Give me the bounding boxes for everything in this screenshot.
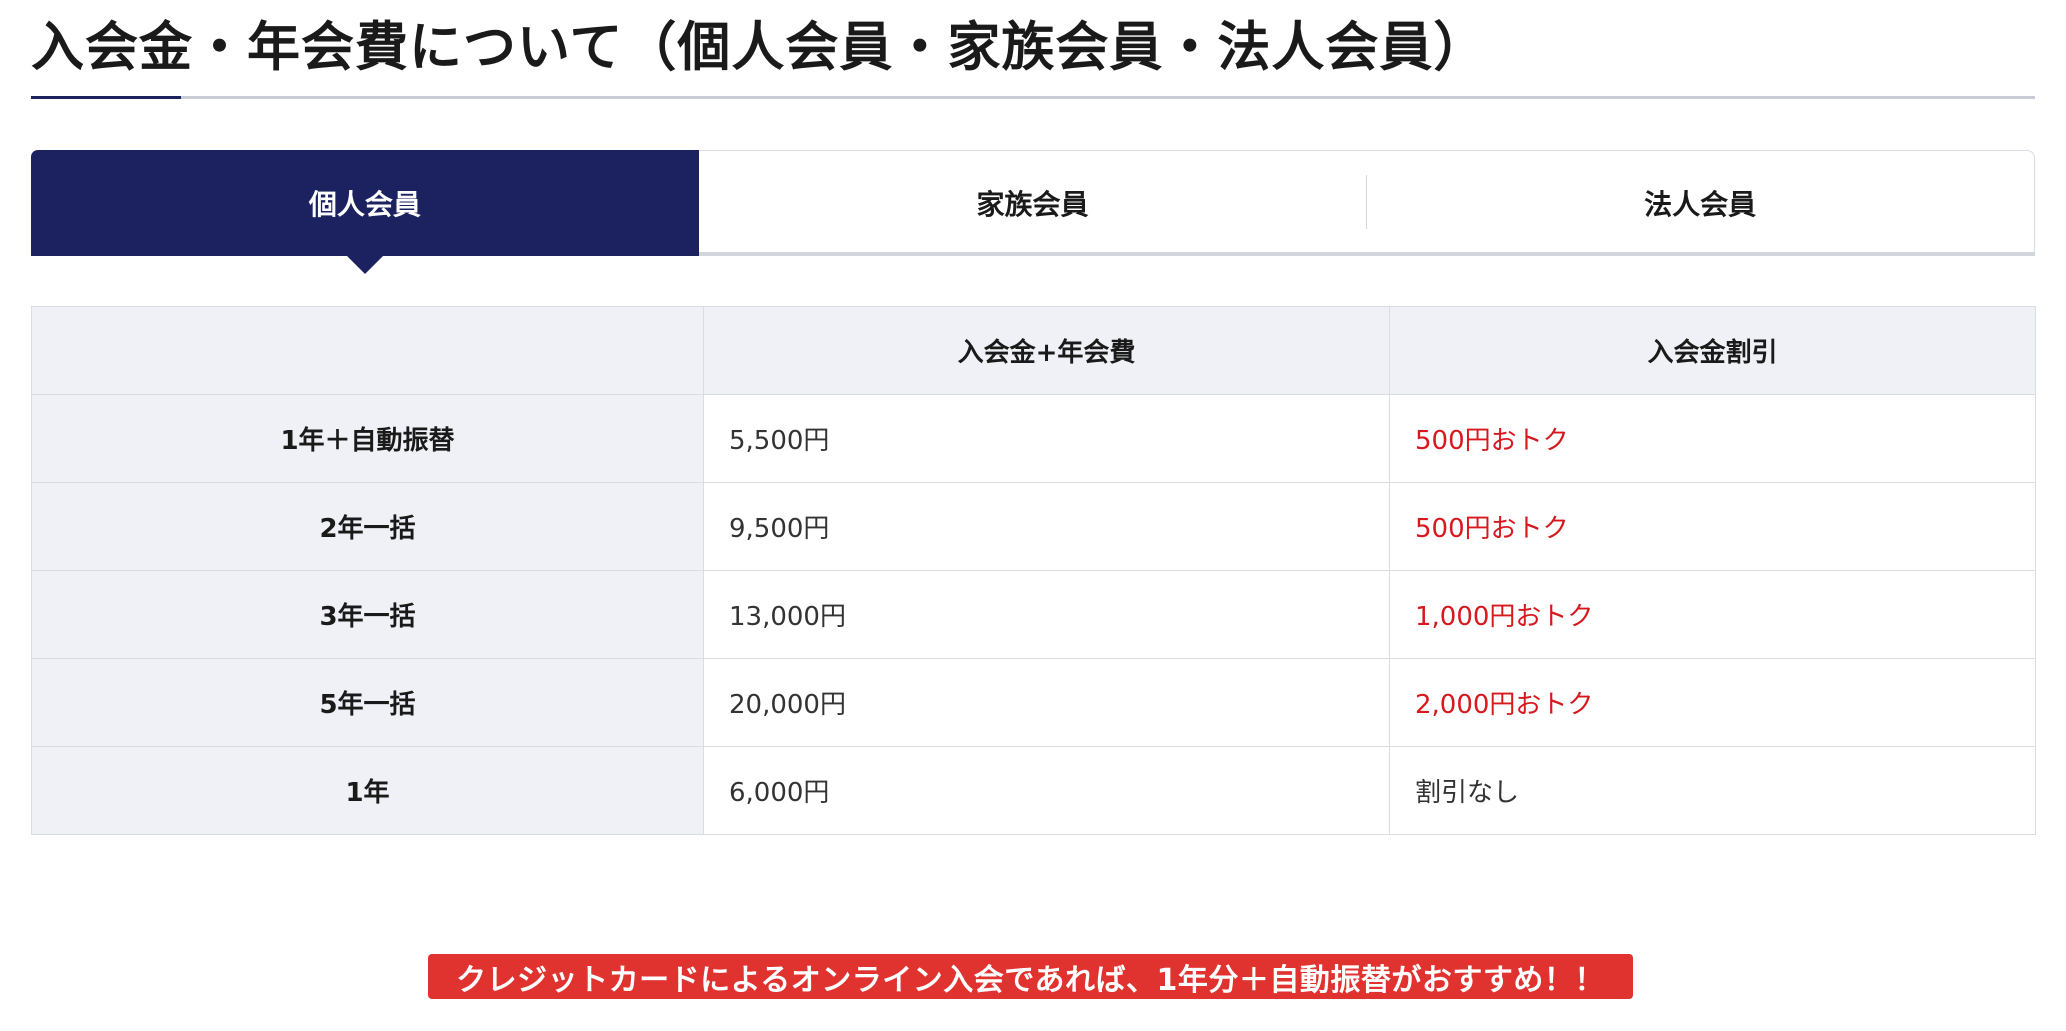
table-header-row: 入会金+年会費 入会金割引	[31, 306, 2036, 395]
table-row: 5年一括 20,000円 2,000円おトク	[31, 658, 2036, 747]
title-divider-accent	[31, 96, 181, 99]
membership-tabs: 個人会員 家族会員 法人会員	[31, 150, 2035, 256]
recommendation-banner: クレジットカードによるオンライン入会であれば、1年分＋自動振替がおすすめ！！	[428, 954, 1633, 999]
discount-cell: 500円おトク	[1389, 482, 2036, 571]
fee-cell: 20,000円	[703, 658, 1390, 747]
plan-cell: 1年	[31, 746, 704, 835]
fee-cell: 9,500円	[703, 482, 1390, 571]
fee-cell: 5,500円	[703, 394, 1390, 483]
table-header-discount: 入会金割引	[1389, 306, 2036, 395]
table-row: 1年＋自動振替 5,500円 500円おトク	[31, 394, 2036, 483]
tab-family-member[interactable]: 家族会員	[699, 151, 1367, 255]
tab-individual-member[interactable]: 個人会員	[31, 150, 699, 256]
plan-cell: 2年一括	[31, 482, 704, 571]
fee-cell: 6,000円	[703, 746, 1390, 835]
tab-corporate-member[interactable]: 法人会員	[1366, 151, 2034, 255]
table-row: 1年 6,000円 割引なし	[31, 746, 2036, 835]
discount-cell: 2,000円おトク	[1389, 658, 2036, 747]
discount-cell: 1,000円おトク	[1389, 570, 2036, 659]
plan-cell: 5年一括	[31, 658, 704, 747]
plan-cell: 1年＋自動振替	[31, 394, 704, 483]
discount-cell: 500円おトク	[1389, 394, 2036, 483]
table-row: 3年一括 13,000円 1,000円おトク	[31, 570, 2036, 659]
fee-table: 入会金+年会費 入会金割引 1年＋自動振替 5,500円 500円おトク 2年一…	[31, 306, 2036, 835]
table-header-fee: 入会金+年会費	[703, 306, 1390, 395]
plan-cell: 3年一括	[31, 570, 704, 659]
table-row: 2年一括 9,500円 500円おトク	[31, 482, 2036, 571]
title-divider	[31, 96, 2035, 99]
fee-cell: 13,000円	[703, 570, 1390, 659]
page-title: 入会金・年会費について（個人会員・家族会員・法人会員）	[31, 17, 1488, 78]
table-header-plan	[31, 306, 704, 395]
active-tab-pointer	[345, 254, 385, 274]
discount-cell: 割引なし	[1389, 746, 2036, 835]
